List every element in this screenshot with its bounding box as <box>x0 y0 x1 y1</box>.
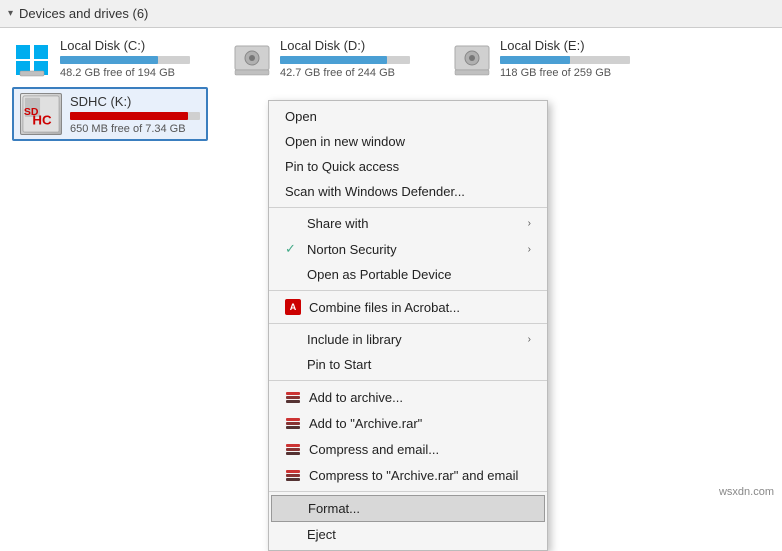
header: ▾ Devices and drives (6) <box>0 0 782 28</box>
menu-open-new-window[interactable]: Open in new window <box>269 129 547 154</box>
drive-e[interactable]: Local Disk (E:) 118 GB free of 259 GB <box>452 38 632 79</box>
context-menu: Open Open in new window Pin to Quick acc… <box>268 100 548 551</box>
drive-k-space: 650 MB free of 7.34 GB <box>70 123 200 135</box>
menu-eject[interactable]: Eject <box>269 522 547 547</box>
drive-d-bar-container <box>280 56 410 64</box>
drive-k-bar <box>70 112 188 120</box>
menu-format[interactable]: Format... <box>271 495 545 522</box>
drive-k-bar-container <box>70 112 200 120</box>
menu-open[interactable]: Open <box>269 104 547 129</box>
menu-portable[interactable]: Open as Portable Device <box>269 262 547 287</box>
section-title: Devices and drives (6) <box>19 6 148 21</box>
drive-c-space: 48.2 GB free of 194 GB <box>60 67 190 79</box>
drive-e-space: 118 GB free of 259 GB <box>500 67 630 79</box>
drive-k-icon: SD HC <box>20 93 62 135</box>
drive-k-selected[interactable]: SD HC SDHC (K:) 650 MB free of 7.34 GB <box>12 87 208 141</box>
separator-1 <box>269 207 547 208</box>
norton-check-icon: ✓ <box>285 241 299 257</box>
acrobat-icon: A <box>285 299 301 315</box>
share-arrow-icon: › <box>528 218 531 229</box>
chevron-icon: ▾ <box>8 8 13 19</box>
library-arrow-icon: › <box>528 334 531 345</box>
menu-pin-start[interactable]: Pin to Start <box>269 352 547 377</box>
menu-combine-acrobat[interactable]: A Combine files in Acrobat... <box>269 294 547 320</box>
archive-icon-2 <box>285 415 301 431</box>
drive-c-bar <box>60 56 158 64</box>
separator-3 <box>269 323 547 324</box>
menu-pin-quick[interactable]: Pin to Quick access <box>269 154 547 179</box>
menu-compress-email[interactable]: Compress and email... <box>269 436 547 462</box>
menu-add-archive-rar[interactable]: Add to "Archive.rar" <box>269 410 547 436</box>
archive-icon-1 <box>285 389 301 405</box>
norton-arrow-icon: › <box>528 244 531 255</box>
drive-e-name: Local Disk (E:) <box>500 38 630 53</box>
svg-text:HC: HC <box>32 112 52 127</box>
drive-c-name: Local Disk (C:) <box>60 38 190 53</box>
drive-c-info: Local Disk (C:) 48.2 GB free of 194 GB <box>60 38 190 79</box>
menu-norton[interactable]: ✓ Norton Security › <box>269 236 547 262</box>
drive-k-info: SDHC (K:) 650 MB free of 7.34 GB <box>70 94 200 135</box>
separator-4 <box>269 380 547 381</box>
drive-d-icon <box>232 41 272 77</box>
drive-c-bar-container <box>60 56 190 64</box>
menu-compress-rar-email[interactable]: Compress to "Archive.rar" and email <box>269 462 547 488</box>
drive-c[interactable]: Local Disk (C:) 48.2 GB free of 194 GB <box>12 38 192 79</box>
drive-d-bar <box>280 56 387 64</box>
separator-2 <box>269 290 547 291</box>
count-text: (6) <box>132 6 148 21</box>
drive-e-bar <box>500 56 570 64</box>
archive-icon-4 <box>285 467 301 483</box>
watermark: wsxdn.com <box>719 486 774 498</box>
drive-d[interactable]: Local Disk (D:) 42.7 GB free of 244 GB <box>232 38 412 79</box>
separator-5 <box>269 491 547 492</box>
menu-share-with[interactable]: Share with › <box>269 211 547 236</box>
archive-icon-3 <box>285 441 301 457</box>
drives-row-1: Local Disk (C:) 48.2 GB free of 194 GB L… <box>12 38 770 79</box>
menu-add-archive[interactable]: Add to archive... <box>269 384 547 410</box>
drive-e-icon <box>452 41 492 77</box>
drive-d-space: 42.7 GB free of 244 GB <box>280 67 410 79</box>
drive-e-info: Local Disk (E:) 118 GB free of 259 GB <box>500 38 630 79</box>
drive-c-icon <box>12 41 52 77</box>
drive-d-name: Local Disk (D:) <box>280 38 410 53</box>
drive-e-bar-container <box>500 56 630 64</box>
drive-k-name: SDHC (K:) <box>70 94 200 109</box>
menu-include-library[interactable]: Include in library › <box>269 327 547 352</box>
menu-scan-defender[interactable]: Scan with Windows Defender... <box>269 179 547 204</box>
title-text: Devices and drives <box>19 6 129 21</box>
drive-d-info: Local Disk (D:) 42.7 GB free of 244 GB <box>280 38 410 79</box>
